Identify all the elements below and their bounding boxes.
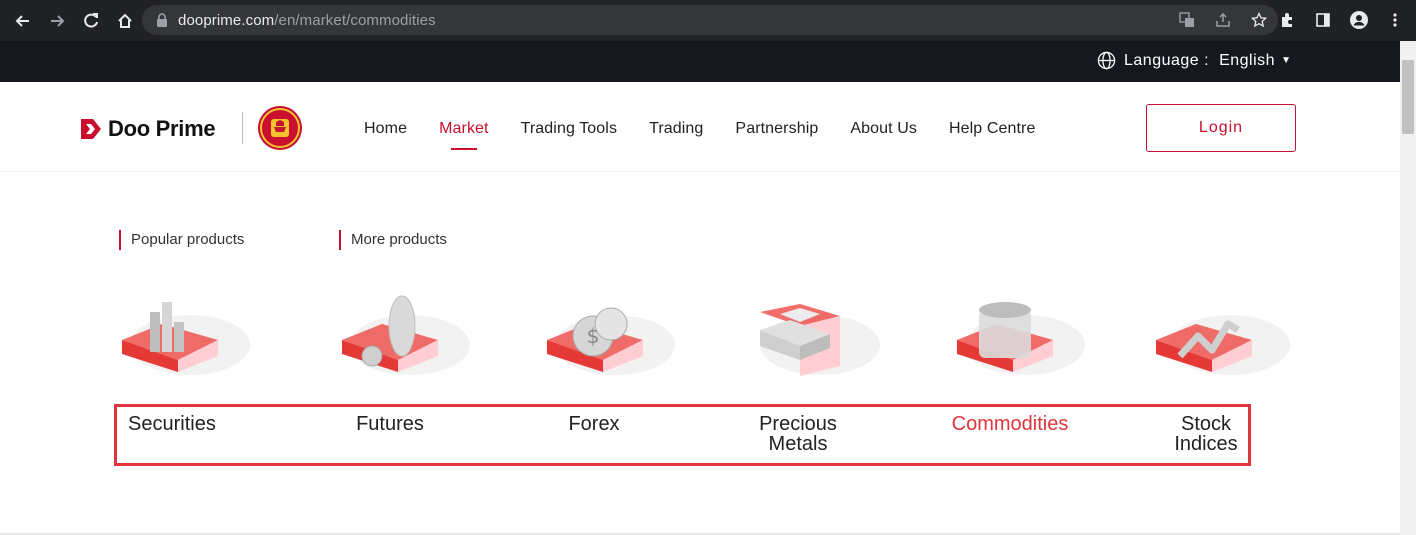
commodities-icon[interactable]: [945, 290, 1085, 390]
stock-indices-icon[interactable]: [1150, 290, 1290, 390]
futures-icon[interactable]: [330, 290, 470, 390]
side-panel-icon[interactable]: [1310, 6, 1336, 34]
kebab-menu-icon[interactable]: [1382, 6, 1408, 34]
scrollbar-thumb[interactable]: [1402, 60, 1414, 134]
forward-icon[interactable]: [42, 6, 72, 36]
nav-partnership[interactable]: Partnership: [735, 120, 818, 138]
securities-icon[interactable]: [110, 290, 250, 390]
language-value: English: [1219, 51, 1276, 69]
tab-more-products[interactable]: More products: [339, 230, 447, 250]
nav-trading-tools[interactable]: Trading Tools: [521, 120, 617, 138]
address-bar[interactable]: dooprime.com/en/market/commodities: [142, 5, 1278, 35]
precious-metals-icon[interactable]: [740, 290, 880, 390]
nav-home[interactable]: Home: [364, 120, 407, 138]
brand-name: Doo Prime: [108, 116, 216, 141]
nav-about-us[interactable]: About Us: [850, 120, 917, 138]
share-icon[interactable]: [1212, 9, 1234, 31]
login-button[interactable]: Login: [1146, 104, 1296, 152]
language-selector[interactable]: Language : English ▼: [1097, 51, 1291, 70]
manchester-united-crest-icon: [258, 106, 302, 150]
site-header: Doo Prime Home Market Trading Tools Trad…: [0, 82, 1400, 172]
top-bar: Language : English ▼: [0, 41, 1400, 82]
browser-toolbar: dooprime.com/en/market/commodities: [0, 0, 1416, 41]
url-text: dooprime.com/en/market/commodities: [178, 11, 436, 29]
caret-down-icon: ▼: [1281, 55, 1292, 66]
back-icon[interactable]: [8, 6, 38, 36]
bookmark-star-icon[interactable]: [1248, 9, 1270, 31]
lock-icon: [157, 13, 167, 27]
doo-prime-logo[interactable]: Doo Prime: [80, 116, 216, 142]
language-label: Language :: [1124, 51, 1210, 69]
globe-icon: [1097, 51, 1116, 70]
reload-icon[interactable]: [76, 6, 106, 36]
doo-prime-logo-icon: [81, 119, 101, 139]
highlight-annotation-box: [114, 404, 1251, 466]
translate-icon[interactable]: [1176, 9, 1198, 31]
nav-trading[interactable]: Trading: [649, 120, 703, 138]
tab-popular-products[interactable]: Popular products: [119, 230, 244, 250]
svg-text:$: $: [587, 324, 600, 348]
forex-icon[interactable]: $: [535, 290, 675, 390]
nav-market[interactable]: Market: [439, 120, 489, 150]
extensions-icon[interactable]: [1274, 6, 1300, 34]
profile-avatar-icon[interactable]: [1346, 6, 1372, 34]
logo-divider: [242, 112, 243, 144]
nav-help-centre[interactable]: Help Centre: [949, 120, 1035, 138]
home-icon[interactable]: [110, 6, 140, 36]
main-nav: Home Market Trading Tools Trading Partne…: [364, 120, 1067, 150]
